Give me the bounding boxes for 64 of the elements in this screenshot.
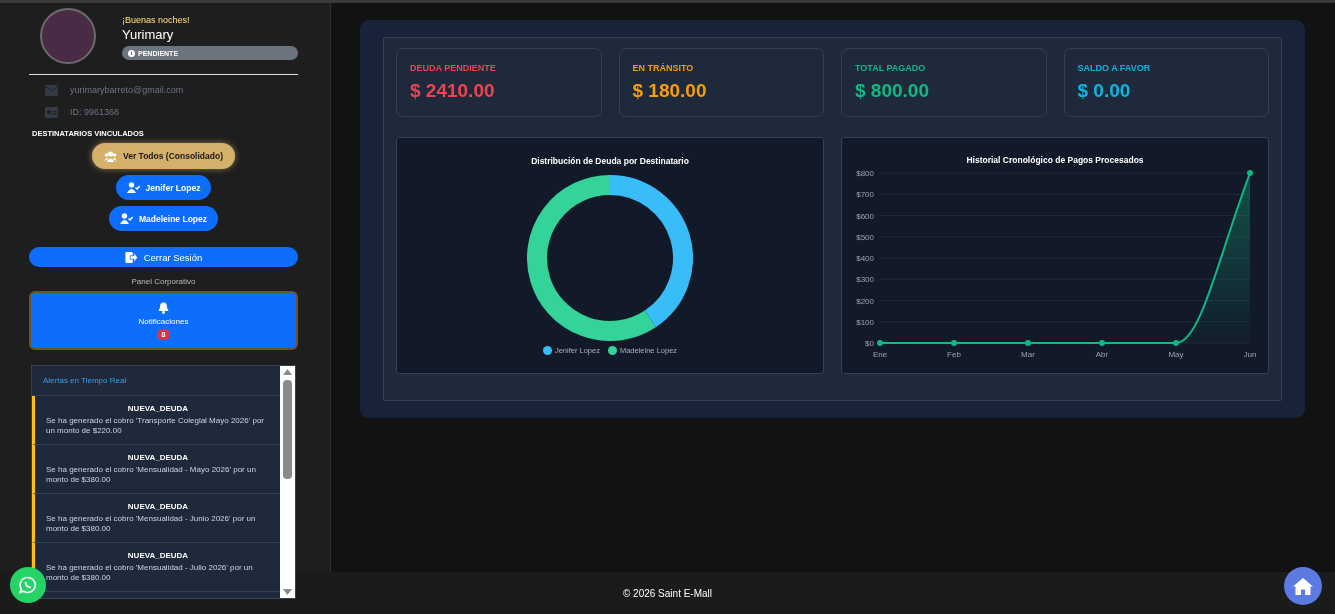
logout-button[interactable]: Cerrar Sesión bbox=[29, 247, 298, 267]
notification-title: NUEVA_DEUDA bbox=[126, 551, 190, 560]
y-axis-label: $800 bbox=[856, 169, 874, 178]
x-axis-label: Ene bbox=[872, 350, 888, 359]
email-text: yurimarybarreto@gmail.com bbox=[70, 85, 184, 95]
data-point bbox=[1173, 340, 1179, 346]
notification-title: NUEVA_DEUDA bbox=[126, 404, 190, 413]
user-name: Yurimary bbox=[122, 27, 175, 42]
data-point bbox=[1099, 340, 1105, 346]
id-card-icon bbox=[45, 106, 58, 118]
data-point bbox=[1247, 170, 1253, 176]
x-axis-label: May bbox=[1168, 350, 1184, 359]
envelope-icon bbox=[45, 84, 58, 96]
y-axis-label: $600 bbox=[856, 211, 874, 221]
notification-title: NUEVA_DEUDA bbox=[126, 502, 190, 511]
y-axis-label: $200 bbox=[856, 296, 874, 306]
stat-label: DEUDA PENDIENTE bbox=[410, 63, 497, 73]
notification-message: Se ha generado el cobro 'Mensualidad - Julio 2026' por un monto de $380.00 bbox=[46, 563, 254, 583]
sign-out-icon bbox=[124, 251, 138, 263]
house-icon bbox=[1293, 577, 1313, 595]
scrollbar[interactable] bbox=[280, 366, 295, 598]
chat-bubble-icon bbox=[19, 576, 37, 594]
x-axis-label: Jun bbox=[1243, 350, 1257, 359]
x-axis-label: Abr bbox=[1095, 350, 1109, 359]
stat-value: $ 800.00 bbox=[855, 80, 930, 102]
stat-label: TOTAL PAGADO bbox=[855, 63, 927, 73]
notification-message: Se ha generado el cobro 'Mensualidad - Mayo 2026' por un monto de $380.00 bbox=[46, 465, 257, 485]
recipient-button[interactable]: Jenifer Lopez bbox=[115, 175, 212, 200]
info-icon bbox=[128, 49, 135, 57]
y-axis-label: $500 bbox=[856, 232, 874, 242]
stat-value: $ 2410.00 bbox=[410, 80, 496, 102]
x-axis-label: Mar bbox=[1021, 350, 1035, 359]
bell-icon bbox=[158, 301, 169, 314]
notification-title: NUEVA_DEUDA bbox=[126, 453, 190, 462]
notification-message: Se ha generado el cobro 'Mensualidad - Junio 2026' por un monto de $380.00 bbox=[46, 514, 257, 534]
data-point bbox=[877, 340, 883, 346]
copyright-text: © 2026 Saint E-Mall bbox=[622, 587, 713, 599]
stat-value: $ 180.00 bbox=[632, 80, 708, 102]
scroll-down-arrow-icon bbox=[283, 589, 292, 595]
user-check-icon bbox=[126, 182, 140, 193]
notifications-label: Notificaciones bbox=[138, 316, 189, 326]
x-axis-label: Feb bbox=[947, 350, 961, 359]
recipient-button[interactable]: Ver Todos (Consolidado) bbox=[92, 143, 235, 169]
data-point bbox=[1025, 340, 1031, 346]
y-axis-label: $0 bbox=[865, 339, 874, 348]
user-check-icon bbox=[120, 213, 133, 224]
y-axis-label: $300 bbox=[856, 275, 874, 285]
stat-label: EN TRÁNSITO bbox=[632, 63, 695, 73]
users-icon bbox=[104, 150, 117, 162]
greeting-text: ¡Buenas noches! bbox=[122, 15, 191, 25]
stat-value: $ 0.00 bbox=[1077, 80, 1132, 102]
avatar-photo-placeholder bbox=[40, 8, 96, 64]
recipient-button[interactable]: Madeleine Lopez bbox=[109, 206, 218, 231]
y-axis-label: $400 bbox=[856, 254, 874, 263]
data-point bbox=[951, 340, 957, 346]
scroll-up-arrow-icon bbox=[283, 369, 292, 375]
chart-title: Historial Cronológico de Pagos Procesados bbox=[966, 155, 1144, 165]
y-axis-label: $700 bbox=[856, 190, 874, 200]
chart-title: Distribución de Deuda por Destinatario bbox=[531, 156, 689, 166]
id-text: ID: 9961368 bbox=[70, 107, 120, 117]
panel-label: Panel Corporativo bbox=[130, 277, 197, 286]
stat-label: SALDO A FAVOR bbox=[1077, 63, 1152, 73]
notification-message: Se ha generado el cobro 'Transporte Colegial Mayo 2026' por un monto de $220.00 bbox=[46, 416, 265, 436]
y-axis-label: $100 bbox=[856, 317, 874, 327]
